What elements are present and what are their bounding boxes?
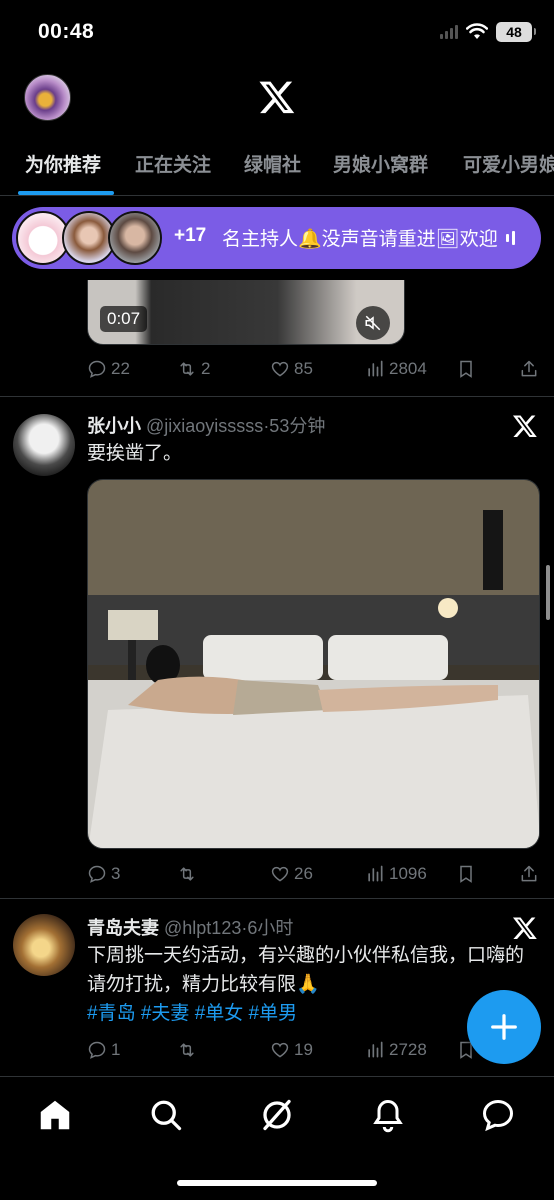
view-count: 1096 [389,864,427,883]
reply-icon [88,1041,106,1059]
retweet-count: 2 [201,359,211,378]
like-count: 26 [294,864,313,883]
like-icon [271,1042,289,1058]
audio-bars-icon [506,229,515,247]
author-name[interactable]: 青岛夫妻 [87,918,159,938]
plus-icon [491,1014,517,1040]
bell-icon[interactable] [370,1097,406,1133]
tweet-time: ·53分钟 [263,416,326,436]
view-count: 2804 [389,359,427,378]
like-icon [271,361,289,377]
reply-button[interactable]: 3 [87,864,120,884]
space-listener-count: +17 [174,225,207,246]
signal-icon [440,25,458,39]
share-icon [521,865,537,882]
x-logo-icon[interactable] [512,413,538,439]
tweet[interactable]: 张小小 @jixiaoyisssss·53分钟 要挨凿了。 3 26 1096 [0,397,554,899]
share-button[interactable] [519,359,539,379]
tab-list-2[interactable]: 男娘小窝群 [333,150,428,177]
views-button[interactable]: 2728 [365,1040,427,1060]
like-button[interactable]: 19 [270,1040,313,1060]
reply-count: 22 [111,359,130,378]
views-icon [368,1041,383,1058]
tweet[interactable]: 青岛夫妻 @hlpt123·6小时 下周挑一天约活动，有兴趣的小伙伴私信我，口嗨… [0,899,554,1076]
like-icon [271,866,289,882]
bookmark-button[interactable] [456,864,476,884]
retweet-button[interactable] [177,864,201,884]
views-button[interactable]: 1096 [365,864,427,884]
scrollbar[interactable] [546,565,550,620]
home-icon[interactable] [37,1097,73,1133]
tweet[interactable]: 0:07 22 2 85 2804 [0,270,554,397]
tweet-actions: 3 26 1096 [87,864,542,890]
tab-following[interactable]: 正在关注 [135,150,211,177]
tweet-actions: 22 2 85 2804 [87,359,542,385]
like-button[interactable]: 26 [270,864,313,884]
battery-indicator: 48 [496,22,536,42]
retweet-icon [180,362,194,376]
tweet-author-avatar[interactable] [13,914,75,976]
tweet-video[interactable]: 0:07 [87,280,405,345]
space-speaker-avatar [108,211,162,265]
tweet-header: 青岛夫妻 @hlpt123·6小时 [87,914,293,940]
reply-icon [88,360,106,378]
reply-count: 3 [111,864,121,883]
tweet-author-avatar[interactable] [13,414,75,476]
status-indicators: 48 [440,22,536,42]
tweet-text: 下周挑一天约活动，有兴趣的小伙伴私信我，口嗨的请勿打扰，精力比较有限🙏 [87,945,525,995]
bookmark-icon [460,360,472,378]
tab-list-1[interactable]: 绿帽社 [244,150,301,177]
tab-list-3[interactable]: 可爱小男娘 [463,150,554,177]
timeline-tabs: 为你推荐 正在关注 绿帽社 男娘小窝群 可爱小男娘 [0,138,554,196]
reply-count: 1 [111,1040,121,1059]
live-space-banner[interactable]: +17 名主持人🔔没声音请重进🖼欢迎 [12,207,541,269]
grok-icon[interactable] [259,1097,295,1133]
tab-for-you[interactable]: 为你推荐 [25,150,101,177]
retweet-icon [180,867,194,881]
bookmark-icon [460,865,472,883]
retweet-button[interactable]: 2 [177,359,210,379]
author-handle[interactable]: @jixiaoyisssss [146,416,263,436]
views-icon [368,865,383,882]
like-count: 19 [294,1040,313,1059]
space-title: 名主持人🔔没声音请重进🖼欢迎 [222,229,498,250]
share-icon [521,360,537,377]
bedroom-photo [88,480,539,848]
tweet-image[interactable] [87,479,540,849]
search-icon[interactable] [148,1097,184,1133]
home-indicator [177,1180,377,1186]
like-count: 85 [294,359,313,378]
retweet-icon [180,1043,194,1057]
author-handle[interactable]: @hlpt123 [164,918,241,938]
top-bar [0,66,554,128]
views-button[interactable]: 2804 [365,359,427,379]
reply-button[interactable]: 22 [87,359,130,379]
mute-icon[interactable] [356,306,390,340]
tweet-text: 要挨凿了。 [87,443,183,464]
status-bar: 00:48 48 [0,0,554,66]
reply-icon [88,865,106,883]
compose-button[interactable] [467,990,541,1064]
active-tab-indicator [18,191,114,195]
status-time: 00:48 [38,20,95,43]
author-name[interactable]: 张小小 [87,416,141,436]
x-logo-icon[interactable] [512,915,538,941]
tweet-time: ·6小时 [241,918,294,938]
tweet-hashtags[interactable]: #青岛 #夫妻 #单女 #单男 [87,999,532,1028]
tweet-header: 张小小 @jixiaoyisssss·53分钟 [87,412,325,438]
view-count: 2728 [389,1040,427,1059]
bookmark-button[interactable] [456,359,476,379]
video-duration: 0:07 [100,306,148,332]
profile-avatar[interactable] [24,74,71,121]
like-button[interactable]: 85 [270,359,313,379]
share-button[interactable] [519,864,539,884]
wifi-icon [466,23,488,39]
views-icon [368,360,383,377]
messages-icon[interactable] [480,1097,516,1133]
reply-button[interactable]: 1 [87,1040,120,1060]
x-logo-icon[interactable] [258,78,296,116]
retweet-button[interactable] [177,1040,201,1060]
